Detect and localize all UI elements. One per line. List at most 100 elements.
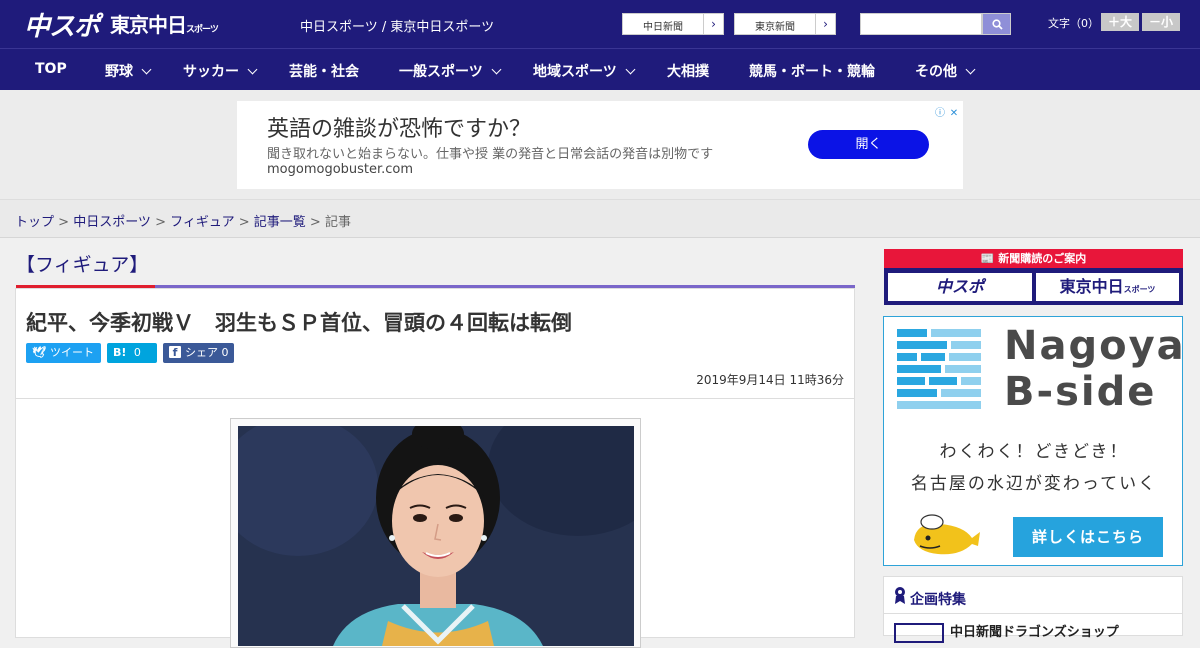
subscribe-tokyo-label: 東京中日 — [1059, 277, 1124, 296]
nav-item-racing[interactable]: 競馬・ボート・競輪 — [749, 61, 875, 81]
nav-item-label: 競馬・ボート・競輪 — [749, 64, 875, 80]
tokyo-chunichi-logo[interactable]: 東京中日スポーツ — [110, 9, 219, 38]
subscription-box: 📰 新聞購読のご案内 中スポ 東京中日スポーツ — [884, 249, 1183, 305]
breadcrumb-separator: > — [234, 215, 254, 230]
nav-item-label: 地域スポーツ — [533, 64, 617, 80]
nav-item-general-sports[interactable]: 一般スポーツ — [399, 61, 502, 81]
top-header: 中スポ 東京中日スポーツ 中日スポーツ / 東京中日スポーツ 中日新聞 › 東京… — [0, 0, 1200, 48]
special-features-divider — [884, 613, 1182, 614]
bside-logo-bricks-icon — [897, 329, 981, 409]
nav-item-soccer[interactable]: サッカー — [183, 61, 258, 81]
font-bigger-button[interactable]: ＋大 — [1101, 13, 1139, 31]
article-photo-frame — [230, 418, 641, 648]
skater-photo-illustration — [238, 426, 634, 646]
nav-item-entertainment[interactable]: 芸能・社会 — [289, 61, 359, 81]
chevron-down-icon — [141, 64, 152, 75]
article-headline: 紀平、今季初戦Ｖ 羽生もＳＰ首位、冒頭の４回転は転倒 — [26, 311, 572, 335]
site-title[interactable]: 中日スポーツ / 東京中日スポーツ — [300, 16, 494, 35]
main-nav: TOP 野球 サッカー 芸能・社会 一般スポーツ 地域スポーツ 大相撲 競馬・ボ… — [0, 48, 1200, 90]
nav-item-label: 芸能・社会 — [289, 64, 359, 80]
ad-banner[interactable]: 英語の雑談が恐怖ですか？ 聞き取れないと始まらない。仕事や授 業の発音と日常会話… — [237, 101, 963, 189]
nav-item-top[interactable]: TOP — [35, 61, 67, 77]
twitter-bird-icon: 🕊 — [32, 346, 46, 359]
facebook-icon: f — [169, 346, 181, 359]
tokyo-chunichi-logo-text: 東京中日 — [110, 13, 187, 37]
nav-item-label: その他 — [915, 64, 957, 80]
special-features-title: 企画特集 — [910, 592, 966, 608]
bside-title: Nagoya B-side — [1004, 323, 1186, 415]
ad-info-icon[interactable]: ⓘ — [933, 107, 947, 121]
nagoya-bside-banner[interactable]: Nagoya B-side わくわく！どきどき！ 名古屋の水辺が変わっていく 詳… — [883, 316, 1186, 566]
tokyo-chunichi-logo-sub: スポーツ — [186, 25, 219, 35]
chevron-down-icon — [965, 64, 976, 75]
subscribe-chunichi-sports-button[interactable]: 中スポ — [888, 273, 1032, 301]
tweet-label: ツイート — [49, 346, 94, 359]
ad-open-button[interactable]: 開く — [808, 130, 929, 159]
article-divider — [16, 398, 854, 399]
breadcrumb-link-top[interactable]: トップ — [15, 215, 54, 230]
nav-item-other[interactable]: その他 — [915, 61, 976, 81]
subscribe-tokyo-sub: スポーツ — [1123, 285, 1156, 294]
search-button[interactable] — [982, 13, 1011, 35]
article-photo[interactable] — [238, 426, 634, 646]
nav-item-label: TOP — [35, 61, 67, 77]
article: 紀平、今季初戦Ｖ 羽生もＳＰ首位、冒頭の４回転は転倒 🕊 ツイート B! 0 fシ… — [15, 288, 855, 648]
chunichi-shimbun-link[interactable]: 中日新聞 › — [622, 13, 724, 35]
nav-item-label: 一般スポーツ — [399, 64, 483, 80]
breadcrumb-link-chunichi-sports[interactable]: 中日スポーツ — [73, 215, 151, 230]
hatena-bookmark-icon: B! — [113, 346, 127, 359]
ribbon-award-icon — [895, 587, 905, 604]
bside-title-line1: Nagoya — [1004, 323, 1186, 369]
subscription-heading: 📰 新聞購読のご案内 — [884, 249, 1183, 268]
ad-close-icon[interactable]: ✕ — [947, 107, 961, 121]
font-smaller-button[interactable]: －小 — [1142, 13, 1180, 31]
article-date: 2019年9月14日 11時36分 — [696, 373, 844, 387]
facebook-count: 0 — [221, 346, 229, 359]
bside-tagline-2: 名古屋の水辺が変わっていく — [910, 474, 1158, 494]
special-item-thumbnail[interactable] — [894, 623, 944, 643]
chevron-right-icon: › — [815, 14, 835, 34]
breadcrumb-separator: > — [305, 215, 325, 230]
bside-details-button[interactable]: 詳しくはこちら — [1013, 517, 1163, 557]
search-icon — [992, 19, 1003, 30]
facebook-share-button[interactable]: f シェア 0 — [163, 343, 234, 363]
chevron-down-icon — [625, 64, 636, 75]
ad-choices[interactable]: ⓘ ✕ — [933, 101, 963, 119]
nav-item-local-sports[interactable]: 地域スポーツ — [533, 61, 636, 81]
hatena-count: 0 — [133, 346, 141, 359]
bside-tagline-1: わくわく！どきどき！ — [939, 442, 1129, 462]
nav-item-label: サッカー — [183, 64, 239, 80]
special-item-dragons-shop[interactable]: 中日新聞ドラゴンズショップ — [950, 621, 1119, 640]
hatena-bookmark-button[interactable]: B! 0 — [107, 343, 157, 363]
newspaper-icon: 📰 — [980, 252, 995, 265]
ad-zone: 英語の雑談が恐怖ですか？ 聞き取れないと始まらない。仕事や授 業の発音と日常会話… — [0, 90, 1200, 200]
chevron-down-icon — [491, 64, 502, 75]
category-header: 【フィギュア】 — [16, 250, 855, 288]
nav-item-label: 大相撲 — [667, 64, 709, 80]
bside-title-line2: B-side — [1004, 369, 1157, 415]
tweet-button[interactable]: 🕊 ツイート — [26, 343, 101, 363]
breadcrumb-separator: > — [150, 215, 171, 230]
facebook-share-label: シェア — [185, 346, 218, 359]
subscribe-tokyo-chunichi-button[interactable]: 東京中日スポーツ — [1036, 273, 1179, 301]
nav-item-sumo[interactable]: 大相撲 — [667, 61, 709, 81]
tokyo-shimbun-link[interactable]: 東京新聞 › — [734, 13, 836, 35]
breadcrumb: トップ > 中日スポーツ > フィギュア > 記事一覧 > 記事 — [15, 211, 351, 230]
nav-item-label: 野球 — [105, 64, 133, 80]
chevron-down-icon — [247, 64, 258, 75]
category-title: 【フィギュア】 — [16, 254, 149, 276]
special-features-box: 企画特集 中日新聞ドラゴンズショップ — [883, 576, 1183, 643]
breadcrumb-link-article-list[interactable]: 記事一覧 — [254, 215, 306, 230]
font-size-label: 文字（0） — [1048, 17, 1099, 30]
subscription-heading-label: 新聞購読のご案内 — [998, 252, 1087, 265]
search-input[interactable] — [860, 13, 982, 35]
chunichi-shimbun-label: 中日新聞 — [643, 22, 683, 33]
tokyo-shimbun-label: 東京新聞 — [755, 22, 795, 33]
breadcrumb-current: 記事 — [324, 215, 351, 230]
nav-item-baseball[interactable]: 野球 — [105, 61, 152, 81]
chunichi-sports-logo[interactable]: 中スポ — [24, 6, 100, 43]
ad-url[interactable]: mogomogobuster.com — [267, 162, 413, 177]
ad-title[interactable]: 英語の雑談が恐怖ですか？ — [267, 111, 531, 143]
breadcrumb-link-figure[interactable]: フィギュア — [170, 215, 234, 230]
breadcrumb-bar: トップ > 中日スポーツ > フィギュア > 記事一覧 > 記事 — [0, 200, 1200, 238]
